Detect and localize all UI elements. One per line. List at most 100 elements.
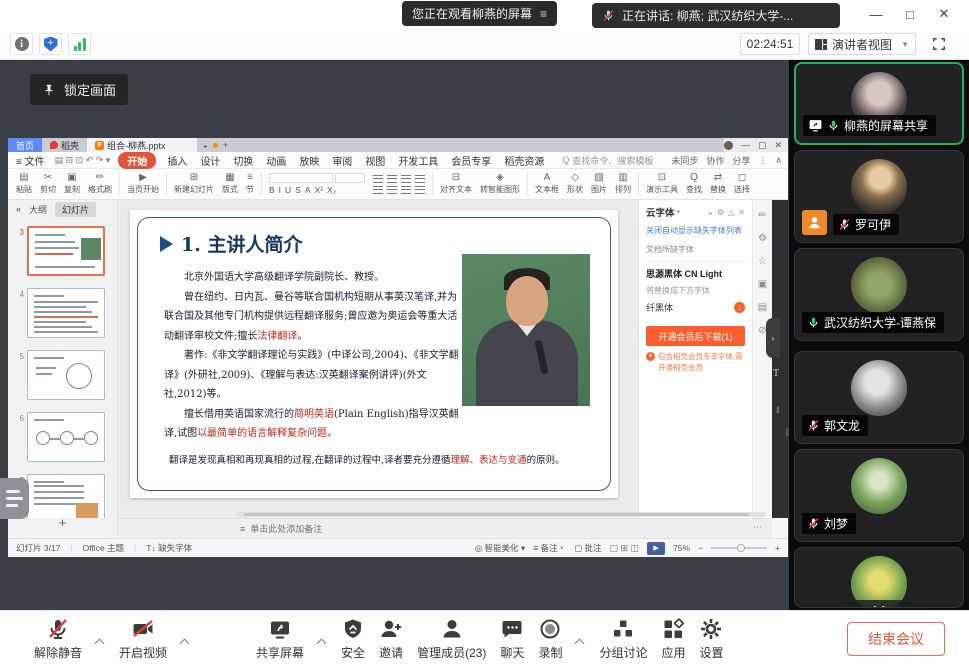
close-button[interactable]: ✕ — [927, 0, 961, 28]
collapse-panel-button[interactable]: « — [16, 204, 21, 214]
end-meeting-button[interactable]: 结束会议 — [847, 622, 945, 656]
participant-tile-武汉纺织大学-谭燕保[interactable]: 武汉纺织大学-谭燕保 — [794, 248, 964, 341]
format-S[interactable]: S — [295, 185, 301, 195]
more-menu-icon[interactable]: ⋮ — [758, 155, 767, 166]
notes-toggle[interactable]: ≡ 备注・ — [533, 542, 566, 554]
notes-bar[interactable]: ≡ 单击此处添加备注 ⋯ — [118, 518, 772, 538]
wps-menu-设计[interactable]: 设计 — [198, 153, 222, 168]
format-buttons[interactable]: BIUSAX²X₂ — [269, 185, 365, 195]
ribbon-形状[interactable]: ◇形状 — [563, 173, 587, 195]
toolbar-invite[interactable]: 邀请 — [379, 616, 403, 661]
text-tool-icon[interactable]: T — [773, 368, 779, 379]
copy-tool-icon[interactable]: ▣ — [758, 279, 767, 290]
toolbar-chat[interactable]: 聊天 — [500, 616, 524, 661]
align-icon[interactable] — [401, 186, 411, 194]
notes-more-icon[interactable]: ⋯ — [753, 522, 762, 533]
ribbon-对齐文本[interactable]: ⊟对齐文本 — [436, 173, 476, 195]
wps-command-search[interactable]: Q 查找命令、搜索模板 — [562, 154, 653, 167]
ribbon-选择[interactable]: ◻选择 — [730, 173, 754, 195]
zoom-in-button[interactable]: + — [775, 543, 780, 553]
theme-name[interactable]: Office 主题 — [83, 542, 124, 554]
ribbon-复制[interactable]: ▣复制 — [60, 173, 84, 195]
wps-menu-开始[interactable]: 开始 — [118, 152, 156, 169]
participant-tile-刘梦[interactable]: 刘梦 — [794, 449, 964, 542]
participant-tile-罗可伊[interactable]: 罗可伊 — [794, 150, 964, 243]
meeting-info-button[interactable]: i — [10, 33, 33, 55]
align-icon[interactable] — [373, 186, 383, 194]
font-name-box[interactable] — [269, 173, 333, 183]
align-icon[interactable] — [387, 186, 397, 194]
zoom-level[interactable]: 75% — [673, 543, 690, 553]
zoom-out-button[interactable]: − — [698, 543, 703, 553]
align-icon[interactable] — [415, 186, 425, 194]
panel-comment-icon[interactable]: ◒ — [708, 208, 713, 217]
wps-action-未同步[interactable]: 未同步 — [671, 154, 698, 167]
wps-close-button[interactable]: ✕ — [774, 140, 782, 151]
ribbon-查找[interactable]: Q查找 — [682, 173, 706, 195]
toolbar-share-screen-expand[interactable] — [317, 639, 327, 649]
wps-document-tab[interactable]: P组合-柳燕.pptx — [87, 138, 197, 152]
settings-tool-icon[interactable]: ⚙ — [758, 233, 767, 244]
wps-menu-审阅[interactable]: 审阅 — [330, 153, 354, 168]
network-quality-button[interactable] — [68, 33, 91, 55]
watching-screen-banner[interactable]: 您正在观看柳燕的屏幕 ≡ — [402, 1, 557, 26]
participant-tile-柳燕的屏幕共享[interactable]: 柳燕的屏幕共享 — [794, 62, 964, 145]
align-icon[interactable] — [401, 175, 411, 183]
panel-close-icon[interactable]: ✕ — [738, 208, 745, 217]
format-X₂[interactable]: X₂ — [327, 185, 336, 195]
missing-font-card[interactable]: 思源黑体 CN Light 将替换成下方字体 纤黑体↓ — [646, 261, 745, 314]
minimize-button[interactable]: — — [859, 0, 893, 28]
ribbon-当页开始[interactable]: ▶当页开始 — [123, 173, 163, 195]
ribbon-粘贴[interactable]: ▤粘贴 — [12, 173, 36, 195]
download-font-icon[interactable]: ↓ — [734, 302, 745, 313]
ribbon-替换[interactable]: ⇄替换 — [706, 173, 730, 195]
ribbon-演示工具[interactable]: ⊡演示工具 — [642, 173, 682, 195]
ribbon-新建幻灯片[interactable]: ⊞新建幻灯片 — [170, 173, 218, 195]
toolbar-start-video-expand[interactable] — [180, 639, 190, 649]
slides-tab[interactable]: 幻灯片 — [55, 202, 96, 217]
toolbar-share-screen[interactable]: 共享屏幕 — [256, 616, 304, 661]
expand-panel-handle[interactable]: › — [766, 318, 780, 358]
screen-layout-icon[interactable]: ≡ — [540, 7, 547, 21]
format-X²[interactable]: X² — [315, 185, 324, 195]
wps-restore-button[interactable]: ▢ — [758, 140, 767, 151]
format-A[interactable]: A — [305, 185, 311, 195]
sidebar-resize-grip[interactable]: ‖ — [785, 428, 790, 439]
ribbon-文本框[interactable]: A文本框 — [531, 173, 563, 195]
toolbar-members[interactable]: 管理成员(23) — [417, 616, 486, 661]
add-slide-button[interactable]: + — [59, 515, 67, 530]
toolbar-start-video[interactable]: 开启视频 — [119, 616, 167, 661]
wps-menu-动画[interactable]: 动画 — [264, 153, 288, 168]
annotation-toolbar-toggle[interactable] — [0, 478, 29, 519]
panel-settings-icon[interactable]: ⚙ — [717, 208, 724, 217]
lock-view-button[interactable]: 锁定画面 — [30, 74, 128, 105]
align-icon[interactable] — [415, 175, 425, 183]
ribbon-图片[interactable]: ▧图片 — [587, 173, 611, 195]
wps-file-menu[interactable]: ≡ 文件 — [14, 153, 47, 168]
wps-docer-tab[interactable]: 稻壳 — [42, 138, 87, 152]
member-download-button[interactable]: 开通会员后下载(1) — [646, 326, 745, 346]
wps-menu-插入[interactable]: 插入 — [165, 153, 189, 168]
toolbar-apps[interactable]: 应用 — [661, 616, 685, 661]
toolbar-unmute[interactable]: 解除静音 — [34, 616, 82, 661]
panel-grip[interactable]: ‖ — [776, 405, 781, 415]
wps-menu-开发工具[interactable]: 开发工具 — [396, 153, 440, 168]
view-mode-icons[interactable]: ▢ ⊞ ◫ — [609, 543, 639, 554]
toolbar-unmute-expand[interactable] — [95, 639, 105, 649]
wps-menu-稻壳资源[interactable]: 稻壳资源 — [502, 153, 546, 168]
ribbon-排列[interactable]: ▥排列 — [611, 173, 635, 195]
toolbar-breakout[interactable]: 分组讨论 — [599, 616, 647, 661]
paragraph-controls[interactable] — [369, 175, 429, 194]
ribbon-剪切[interactable]: ✂剪切 — [36, 173, 60, 195]
participant-tile-郭文龙[interactable]: 郭文龙 — [794, 351, 964, 444]
ribbon-格式刷[interactable]: ✏格式刷 — [84, 173, 116, 195]
horizontal-scrollbar[interactable] — [236, 512, 766, 517]
fullscreen-button[interactable] — [929, 34, 949, 54]
wps-menu-切换[interactable]: 切换 — [231, 153, 255, 168]
wps-minimize-button[interactable]: — — [741, 140, 750, 150]
format-B[interactable]: B — [269, 185, 275, 195]
panel-bell-icon[interactable]: △ — [728, 208, 734, 217]
current-slide[interactable]: 1. 主讲人简介 北京外国语大学高级翻译学院副院长、教授。曾在纽约、日内瓦、曼谷… — [130, 210, 618, 498]
ribbon-节[interactable]: ≡节 — [242, 173, 258, 195]
quick-access-icons[interactable]: ▤ ⊟ ⊡ ↶ ↷ ▾ — [55, 155, 111, 166]
